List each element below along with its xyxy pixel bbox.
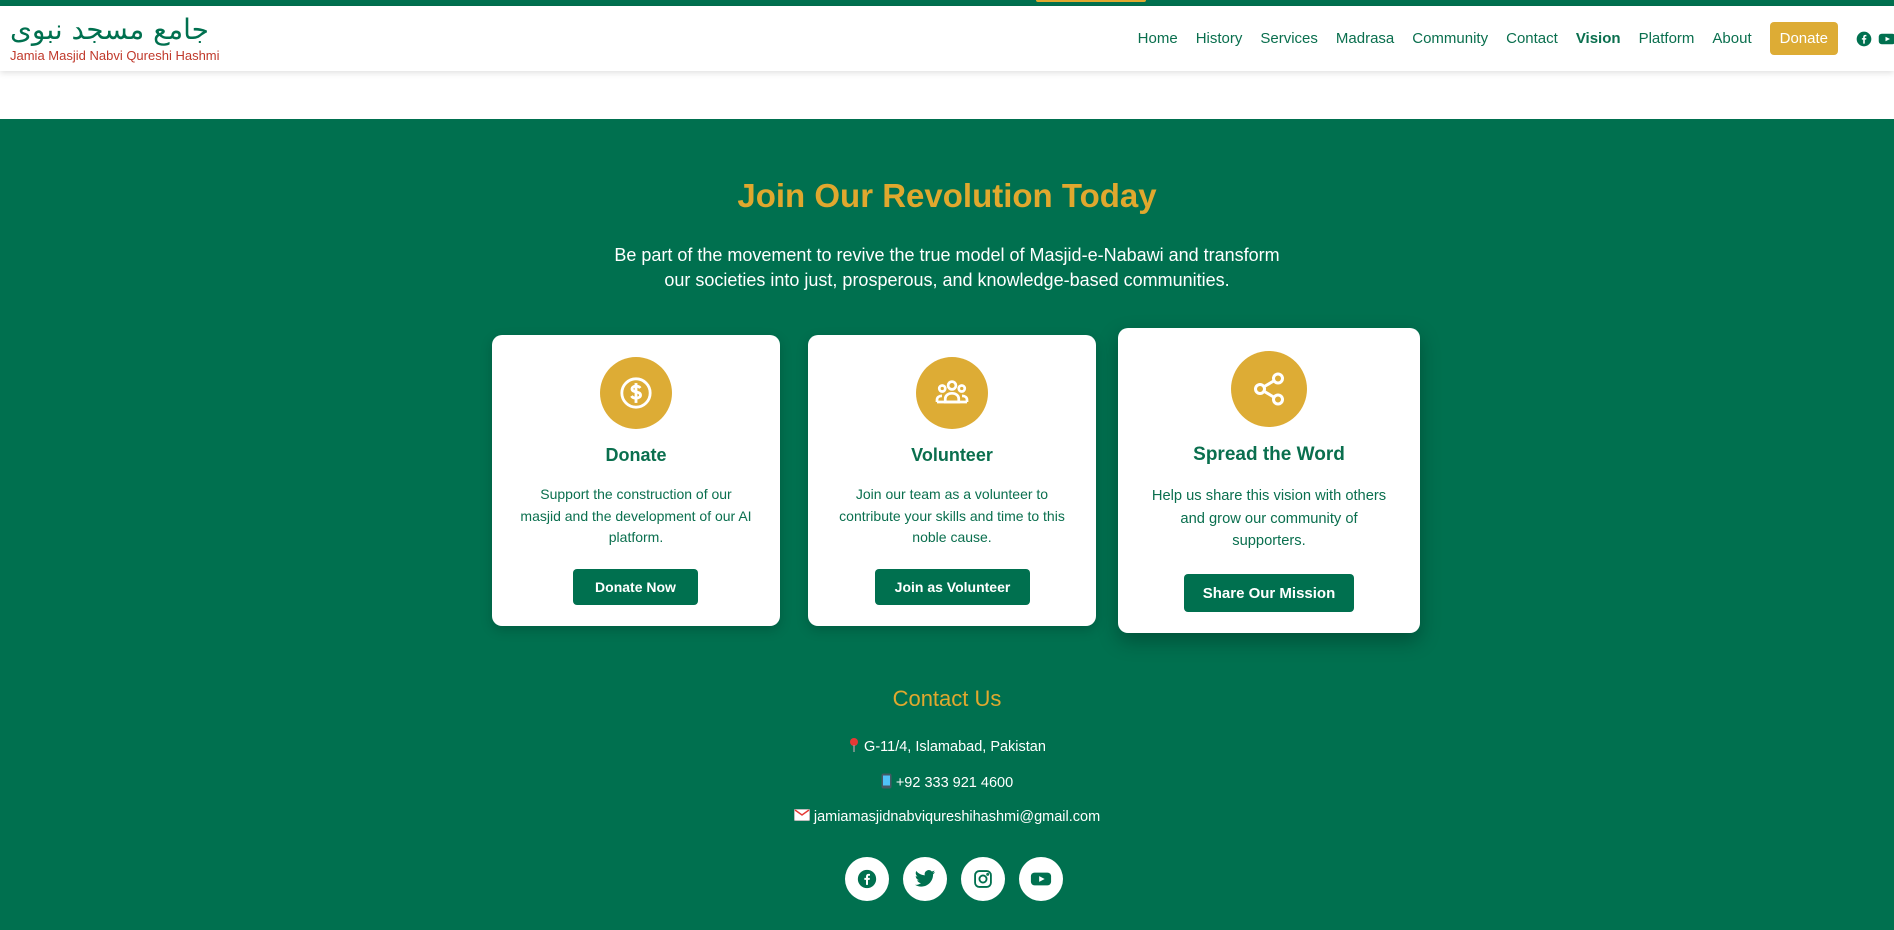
main-nav: Home History Services Madrasa Community … — [1138, 6, 1894, 71]
desc-line: platform. — [608, 529, 664, 545]
nav-history[interactable]: History — [1196, 30, 1243, 47]
join-as-volunteer-button[interactable]: Join as Volunteer — [875, 569, 1030, 605]
nav-donate-button[interactable]: Donate — [1769, 22, 1838, 55]
top-gold-notch — [1036, 0, 1146, 2]
people-icon — [916, 357, 988, 429]
nav-madrasa[interactable]: Madrasa — [1336, 30, 1394, 47]
nav-vision[interactable]: Vision — [1576, 30, 1621, 47]
desc-line: contribute your skills and time to this — [839, 507, 1065, 524]
nav-home[interactable]: Home — [1138, 30, 1178, 47]
facebook-icon[interactable] — [845, 857, 889, 901]
contact-phone: +92 333 921 4600 — [0, 773, 1894, 793]
donate-card-desc: Support the construction of our masjid a… — [502, 484, 770, 549]
dollar-icon — [600, 357, 672, 429]
spread-card-title: Spread the Word — [1193, 444, 1345, 465]
email-text[interactable]: jamiamasjidnabviqureshihashmi@gmail.com — [814, 809, 1100, 825]
envelope-icon — [793, 809, 810, 825]
instagram-icon[interactable] — [961, 857, 1005, 901]
volunteer-card-desc: Join our team as a volunteer to contribu… — [818, 484, 1086, 549]
phone-icon — [881, 773, 892, 793]
contact-email: jamiamasjidnabviqureshihashmi@gmail.com — [0, 809, 1894, 825]
share-our-mission-button[interactable]: Share Our Mission — [1184, 574, 1354, 612]
nav-about[interactable]: About — [1712, 30, 1751, 47]
join-heading: Join Our Revolution Today — [737, 177, 1157, 214]
desc-line: Support the construction of our — [540, 486, 732, 502]
join-subtitle-line: Be part of the movement to revive the tr… — [614, 245, 1280, 265]
footer-social-links — [845, 857, 1063, 901]
volunteer-card: Volunteer Join our team as a volunteer t… — [808, 335, 1096, 626]
contact-title: Contact Us — [892, 686, 1002, 711]
nav-services[interactable]: Services — [1260, 30, 1318, 47]
join-subtitle-line: our societies into just, prosperous, and… — [664, 270, 1230, 290]
join-section: Join Our Revolution Today Be part of the… — [0, 119, 1894, 930]
desc-line: noble cause. — [912, 529, 992, 545]
logo-arabic[interactable]: جامع مسجد نبوی — [10, 13, 209, 47]
nav-contact[interactable]: Contact — [1506, 30, 1558, 47]
share-icon — [1231, 351, 1307, 427]
desc-line: supporters. — [1232, 533, 1306, 549]
pin-icon — [848, 737, 860, 757]
contact-address: G-11/4, Islamabad, Pakistan — [0, 737, 1894, 757]
desc-line: Help us share this vision with others — [1151, 488, 1387, 504]
join-subtitle: Be part of the movement to revive the tr… — [597, 243, 1297, 293]
spread-card-desc: Help us share this vision with others an… — [1128, 485, 1410, 553]
donate-card-title: Donate — [605, 445, 667, 465]
donate-now-button[interactable]: Donate Now — [573, 569, 698, 605]
desc-line: and grow our community of — [1180, 510, 1358, 527]
white-spacer-band — [0, 71, 1894, 119]
phone-text[interactable]: +92 333 921 4600 — [896, 775, 1013, 791]
donate-card: Donate Support the construction of our m… — [492, 335, 780, 626]
facebook-icon[interactable] — [1856, 31, 1872, 47]
youtube-icon[interactable] — [1878, 31, 1894, 47]
header-social-links — [1856, 31, 1894, 47]
twitter-icon[interactable] — [903, 857, 947, 901]
site-header: جامع مسجد نبوی Jamia Masjid Nabvi Quresh… — [0, 6, 1894, 71]
nav-platform[interactable]: Platform — [1639, 30, 1695, 47]
spread-the-word-card: Spread the Word Help us share this visio… — [1118, 328, 1420, 633]
volunteer-card-title: Volunteer — [911, 445, 993, 465]
nav-community[interactable]: Community — [1412, 30, 1488, 47]
desc-line: masjid and the development of our AI — [520, 507, 752, 524]
logo-english[interactable]: Jamia Masjid Nabvi Qureshi Hashmi — [10, 48, 220, 63]
youtube-icon[interactable] — [1019, 857, 1063, 901]
address-text: G-11/4, Islamabad, Pakistan — [864, 739, 1046, 755]
desc-line: Join our team as a volunteer to — [855, 486, 1049, 502]
